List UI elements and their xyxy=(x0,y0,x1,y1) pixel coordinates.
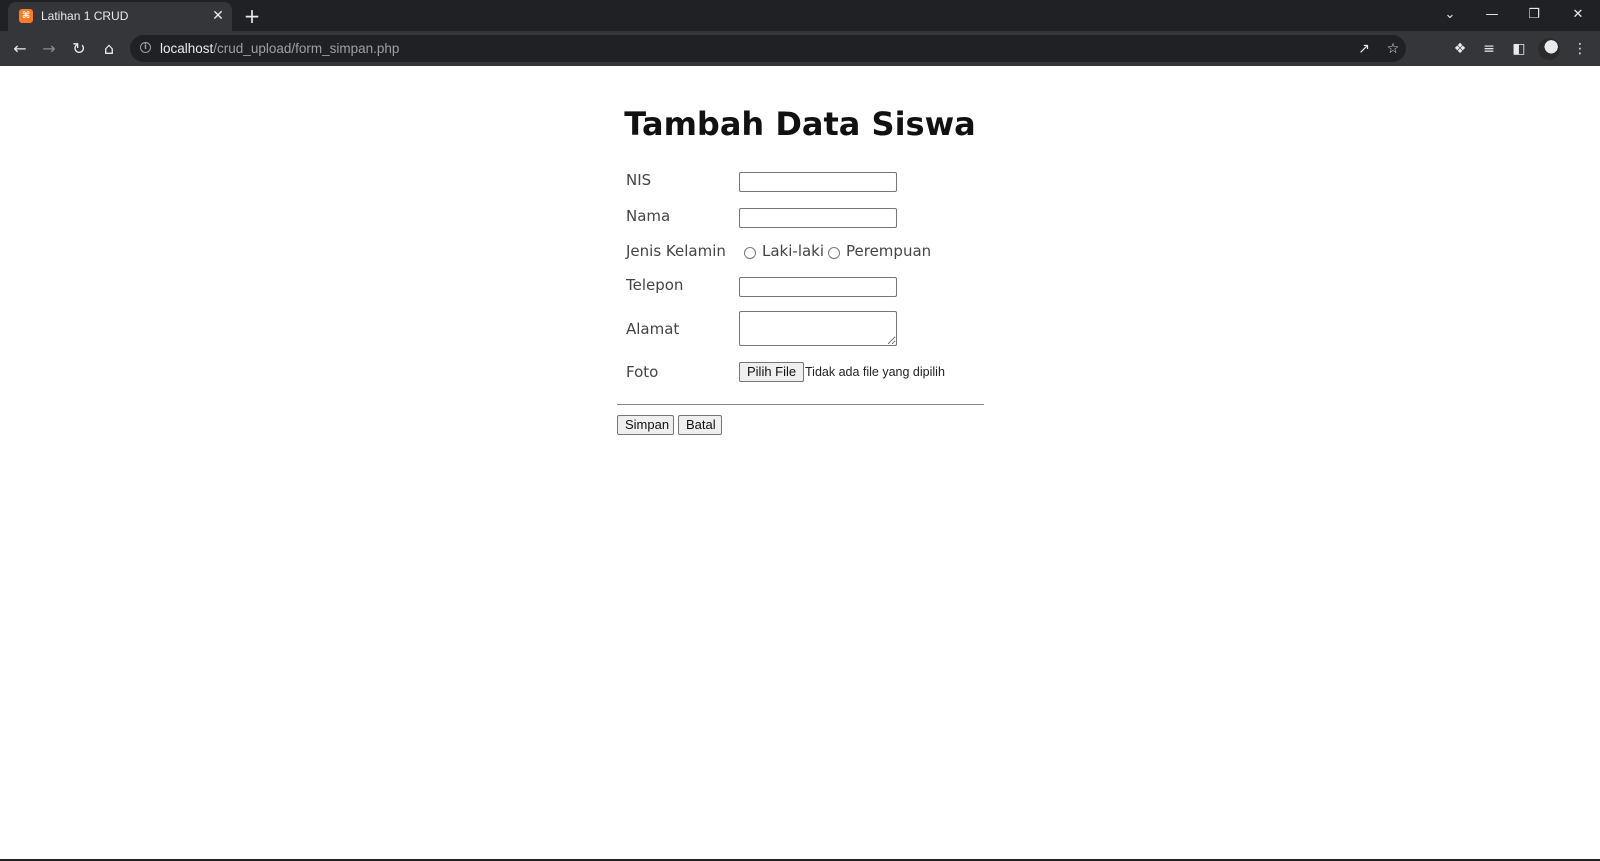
alamat-label: Alamat xyxy=(626,320,680,338)
bookmark-star-icon[interactable]: ☆ xyxy=(1383,39,1403,59)
foto-label: Foto xyxy=(626,363,659,381)
simpan-button[interactable]: Simpan xyxy=(617,415,674,435)
tab-strip: ⌘ Latihan 1 CRUD ✕ + ⌄ — ❐ ✕ xyxy=(0,0,1600,31)
address-bar[interactable]: i localhost/crud_upload/form_simpan.php … xyxy=(130,35,1406,62)
browser-toolbar: ← → ↻ ⌂ i localhost/crud_upload/form_sim… xyxy=(0,31,1600,66)
home-icon[interactable]: ⌂ xyxy=(97,37,121,61)
extensions-icon[interactable]: ❖ xyxy=(1448,37,1472,61)
new-tab-button[interactable]: + xyxy=(240,4,264,28)
site-info-icon[interactable]: i xyxy=(140,42,151,53)
xampp-icon: ⌘ xyxy=(19,9,33,23)
tab-search-icon[interactable]: ⌄ xyxy=(1435,4,1465,26)
nama-label: Nama xyxy=(626,207,671,225)
radio-perempuan-label: Perempuan xyxy=(846,242,932,260)
close-tab-icon[interactable]: ✕ xyxy=(211,9,225,23)
gender-label: Jenis Kelamin xyxy=(626,242,726,260)
browser-tab[interactable]: ⌘ Latihan 1 CRUD ✕ xyxy=(8,2,232,31)
nis-label: NIS xyxy=(626,171,652,189)
page-content: Tambah Data Siswa NIS Nama Jenis Kelamin… xyxy=(0,66,1600,859)
media-queue-icon[interactable]: ≡ xyxy=(1477,37,1501,61)
menu-kebab-icon[interactable]: ⋮ xyxy=(1568,37,1592,61)
browser-chrome: ⌘ Latihan 1 CRUD ✕ + ⌄ — ❐ ✕ ← → ↻ ⌂ i l… xyxy=(0,0,1600,66)
nama-input[interactable] xyxy=(739,208,897,228)
telepon-input[interactable] xyxy=(739,277,897,297)
batal-button[interactable]: Batal xyxy=(678,415,722,435)
telepon-label: Telepon xyxy=(626,276,684,294)
radio-perempuan[interactable] xyxy=(828,247,840,259)
close-window-button[interactable]: ✕ xyxy=(1563,4,1593,26)
restore-button[interactable]: ❐ xyxy=(1519,4,1549,26)
side-panel-icon[interactable]: ◧ xyxy=(1507,37,1531,61)
url-text: localhost/crud_upload/form_simpan.php xyxy=(160,41,399,56)
forward-icon[interactable]: → xyxy=(37,37,61,61)
alamat-textarea[interactable] xyxy=(739,311,897,346)
page-title: Tambah Data Siswa xyxy=(624,105,976,143)
profile-avatar[interactable] xyxy=(1538,38,1560,60)
url-host: localhost xyxy=(160,41,214,56)
reload-icon[interactable]: ↻ xyxy=(67,37,91,61)
form-divider xyxy=(617,404,984,405)
back-icon[interactable]: ← xyxy=(8,37,32,61)
file-status-text: Tidak ada file yang dipilih xyxy=(805,365,945,379)
radio-laki-laki[interactable] xyxy=(744,247,756,259)
radio-laki-laki-label: Laki-laki xyxy=(762,242,825,260)
choose-file-button[interactable]: Pilih File xyxy=(739,362,805,382)
share-icon[interactable]: ↗ xyxy=(1354,39,1374,59)
nis-input[interactable] xyxy=(739,172,897,192)
url-path: /crud_upload/form_simpan.php xyxy=(213,41,400,56)
tab-title: Latihan 1 CRUD xyxy=(41,9,129,23)
minimize-button[interactable]: — xyxy=(1477,4,1507,26)
